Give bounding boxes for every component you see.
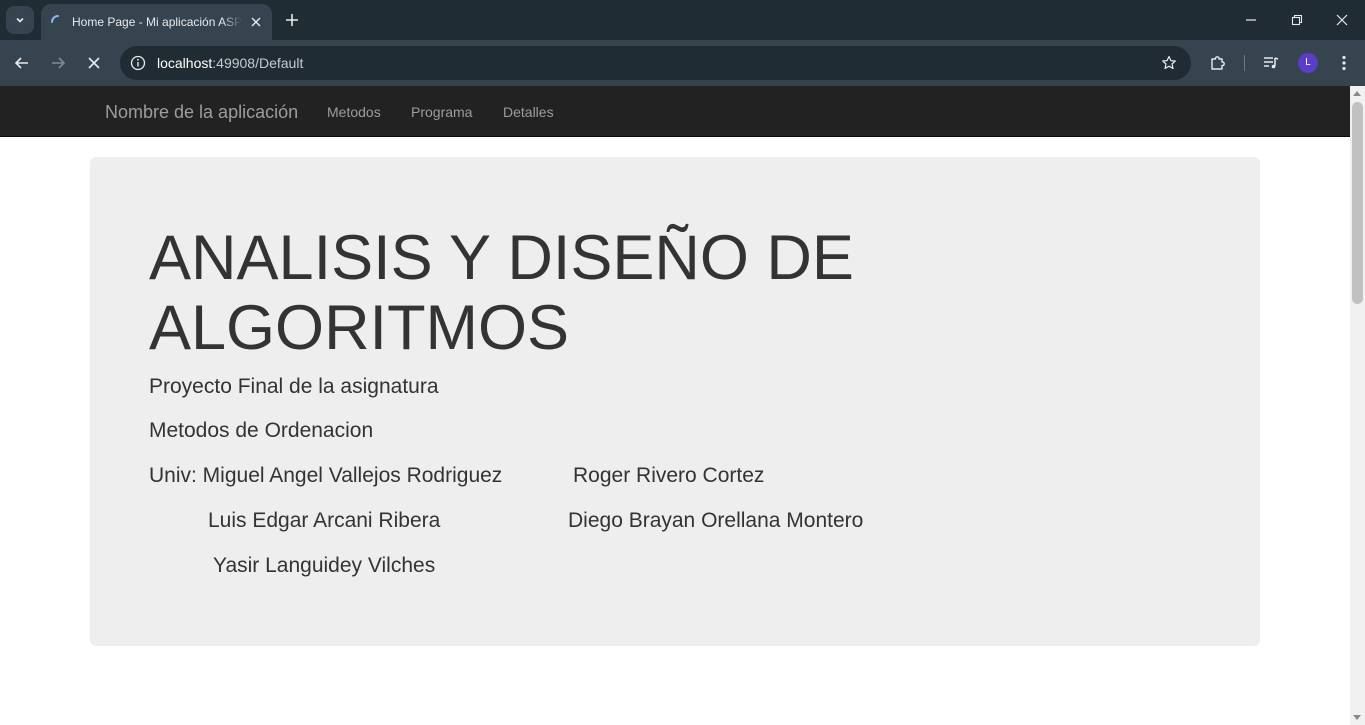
nav-link-programa[interactable]: Programa — [411, 104, 472, 120]
scroll-up-arrow-icon[interactable] — [1353, 91, 1361, 96]
address-bar[interactable]: localhost:49908/Default — [120, 46, 1191, 80]
nav-link-metodos[interactable]: Metodos — [327, 104, 381, 120]
profile-avatar[interactable]: L — [1298, 53, 1318, 73]
new-tab-button[interactable] — [281, 9, 303, 31]
navbar-brand-link[interactable]: Nombre de la aplicación — [105, 102, 298, 122]
restore-icon — [1291, 14, 1303, 26]
tab-title: Home Page - Mi aplicación ASP.NET — [72, 15, 242, 29]
close-window-button[interactable] — [1319, 0, 1365, 40]
minimize-icon — [1246, 19, 1256, 21]
page-title: ANALISIS Y DISEÑO DE ALGORITMOS — [149, 223, 854, 363]
nav-link-detalles[interactable]: Detalles — [503, 104, 554, 120]
author-text: Luis Edgar Arcani Ribera — [208, 509, 441, 532]
media-controls-button[interactable] — [1257, 49, 1285, 77]
url-text[interactable]: localhost:49908/Default — [157, 55, 303, 71]
minimize-button[interactable] — [1228, 0, 1274, 40]
site-navbar: Nombre de la aplicación Metodos Programa… — [0, 86, 1350, 137]
author-text: Univ: Miguel Angel Vallejos Rodriguez — [149, 464, 503, 487]
scroll-down-arrow-icon[interactable] — [1353, 715, 1361, 720]
page-scrollbar[interactable] — [1350, 86, 1365, 725]
star-icon — [1162, 55, 1176, 70]
loading-spinner-icon — [51, 15, 59, 23]
extensions-button[interactable] — [1204, 49, 1232, 77]
scrollbar-thumb[interactable] — [1352, 102, 1363, 304]
tab-search-button[interactable] — [6, 6, 34, 34]
playlist-icon — [1264, 57, 1279, 69]
author-text: Roger Rivero Cortez — [573, 464, 765, 487]
page-viewport: Nombre de la aplicación Metodos Programa… — [0, 86, 1365, 725]
topic-text: Metodos de Ordenacion — [149, 419, 374, 442]
author-text: Yasir Languidey Vilches — [213, 554, 436, 577]
restore-button[interactable] — [1274, 0, 1320, 40]
browser-toolbar: localhost:49908/Default L — [0, 40, 1365, 86]
author-text: Diego Brayan Orellana Montero — [568, 509, 864, 532]
subtitle-text: Proyecto Final de la asignatura — [149, 375, 439, 398]
forward-button[interactable] — [44, 49, 72, 77]
back-button[interactable] — [8, 49, 36, 77]
plus-icon — [286, 14, 298, 26]
browser-tab-strip: Home Page - Mi aplicación ASP.NET — [0, 0, 1365, 40]
browser-tab-active[interactable]: Home Page - Mi aplicación ASP.NET — [41, 4, 272, 40]
stop-loading-button[interactable] — [80, 49, 108, 77]
browser-menu-button[interactable] — [1330, 49, 1358, 77]
arrow-left-icon — [14, 57, 28, 69]
jumbotron: ANALISIS Y DISEÑO DE ALGORITMOS Proyecto… — [90, 157, 1260, 646]
close-icon — [88, 57, 100, 69]
arrow-right-icon — [52, 57, 66, 69]
puzzle-icon — [1211, 56, 1225, 70]
info-icon — [130, 55, 146, 71]
url-host: localhost — [157, 55, 213, 71]
site-info-button[interactable] — [128, 53, 148, 73]
more-vertical-icon — [1342, 55, 1346, 71]
toolbar-divider — [1244, 55, 1245, 71]
url-path: :49908/Default — [212, 55, 304, 71]
close-icon — [1336, 14, 1348, 26]
chevron-down-icon — [16, 17, 24, 23]
close-icon — [251, 17, 261, 27]
tab-close-button[interactable] — [247, 13, 265, 31]
bookmark-star-button[interactable] — [1159, 53, 1179, 73]
